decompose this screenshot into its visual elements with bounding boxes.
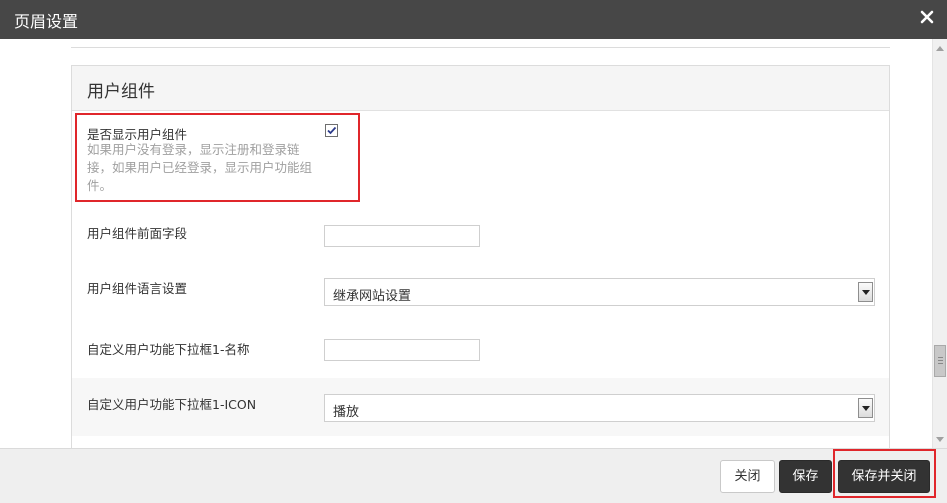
divider bbox=[71, 47, 890, 48]
scroll-down-icon[interactable] bbox=[936, 437, 944, 442]
dialog-content: 用户组件 是否显示用户组件 如果用户没有登录，显示注册和登录链接，如果用户已经登… bbox=[0, 39, 932, 448]
save-button[interactable]: 保存 bbox=[779, 460, 832, 493]
chevron-down-icon[interactable] bbox=[858, 282, 873, 302]
dialog-title: 页眉设置 bbox=[14, 12, 79, 31]
dialog-titlebar: 页眉设置 bbox=[0, 0, 947, 39]
prefix-field-label: 用户组件前面字段 bbox=[87, 226, 188, 241]
language-label: 用户组件语言设置 bbox=[87, 281, 188, 296]
language-select[interactable]: 继承网站设置 bbox=[324, 278, 875, 306]
save-and-close-button[interactable]: 保存并关闭 bbox=[838, 460, 930, 493]
panel-header: 用户组件 bbox=[72, 66, 889, 111]
scroll-up-icon[interactable] bbox=[936, 46, 944, 51]
show-user-component-help: 如果用户没有登录，显示注册和登录链接，如果用户已经登录，显示用户功能组件。 bbox=[87, 142, 313, 193]
dropdown1-name-label: 自定义用户功能下拉框1-名称 bbox=[87, 342, 250, 357]
language-selected-value: 继承网站设置 bbox=[333, 289, 412, 304]
panel-title: 用户组件 bbox=[87, 82, 155, 102]
dropdown1-icon-label: 自定义用户功能下拉框1-ICON bbox=[87, 397, 257, 412]
row-show-user-component: 是否显示用户组件 如果用户没有登录，显示注册和登录链接，如果用户已经登录，显示用… bbox=[72, 112, 889, 202]
row-prefix-field: 用户组件前面字段 bbox=[72, 202, 889, 257]
scrollbar-thumb[interactable] bbox=[934, 345, 946, 377]
show-user-component-checkbox[interactable] bbox=[325, 124, 338, 137]
dropdown1-icon-selected-value: 播放 bbox=[333, 405, 360, 420]
close-button[interactable]: 关闭 bbox=[720, 460, 775, 493]
dropdown1-icon-select[interactable]: 播放 bbox=[324, 394, 875, 422]
row-dropdown1-name: 自定义用户功能下拉框1-名称 bbox=[72, 317, 889, 377]
dialog-footer: 关闭 保存 保存并关闭 bbox=[0, 448, 947, 503]
row-language: 用户组件语言设置 继承网站设置 bbox=[72, 257, 889, 317]
user-component-panel: 用户组件 是否显示用户组件 如果用户没有登录，显示注册和登录链接，如果用户已经登… bbox=[71, 65, 890, 448]
row-dropdown1-icon: 自定义用户功能下拉框1-ICON 播放 bbox=[72, 378, 889, 436]
close-icon[interactable] bbox=[917, 7, 937, 27]
dropdown1-name-input[interactable] bbox=[324, 339, 480, 361]
chevron-down-icon[interactable] bbox=[858, 398, 873, 418]
prefix-field-input[interactable] bbox=[324, 225, 480, 247]
vertical-scrollbar[interactable] bbox=[932, 39, 947, 448]
checkmark-icon bbox=[327, 126, 337, 135]
